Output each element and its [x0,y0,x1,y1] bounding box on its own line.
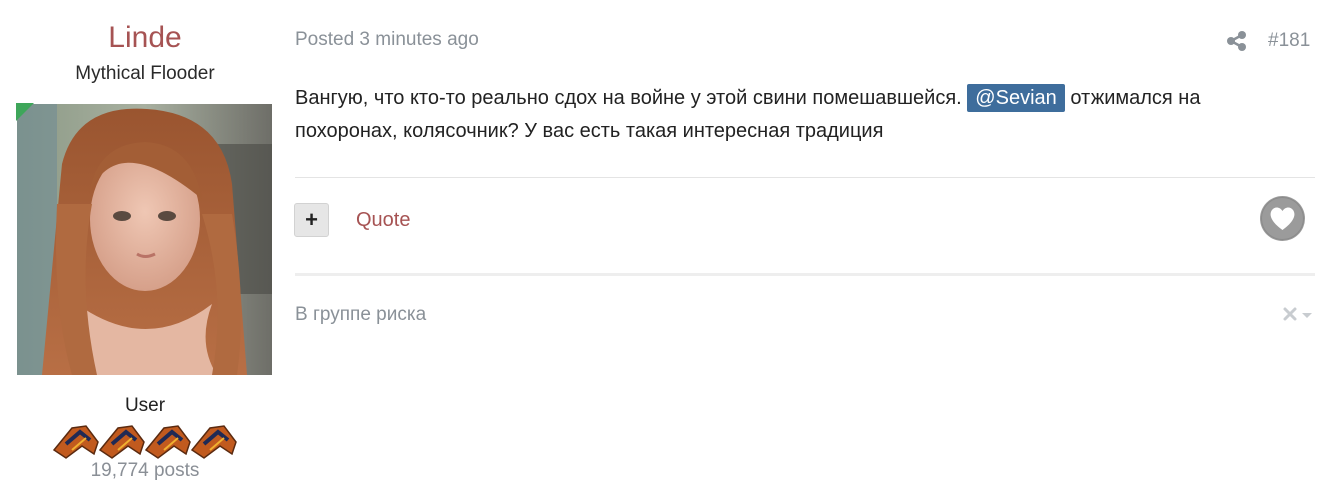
caret-down-icon [1302,313,1312,318]
divider [295,177,1315,178]
share-icon[interactable] [1226,30,1248,52]
author-panel: Linde Mythical Flooder User 19,774 posts [0,0,290,494]
post-content: Вангую, что кто-то реально сдох на войне… [295,82,1295,148]
post-timestamp[interactable]: Posted 3 minutes ago [295,28,479,52]
author-name[interactable]: Linde [0,18,290,58]
avatar[interactable] [17,104,272,375]
heart-icon[interactable] [1260,196,1305,241]
author-title: Mythical Flooder [75,63,215,84]
multiquote-add-button[interactable]: + [294,203,329,237]
online-indicator-icon [16,103,34,121]
author-group: User [124,395,166,416]
post-text-before: Вангую, что кто-то реально сдох на войне… [295,87,968,109]
close-icon [1283,307,1297,321]
signature-divider [295,273,1315,276]
signature-controls[interactable] [1282,306,1316,324]
signature-text: В группе риска [295,304,427,325]
avatar-image [17,104,272,375]
quote-button[interactable]: Quote [356,208,410,232]
author-post-count[interactable]: 19,774 posts [0,459,290,483]
post-number-link[interactable]: #181 [1268,29,1310,53]
user-mention[interactable]: @Sevian [967,84,1065,112]
rank-badges-icon [52,420,238,460]
